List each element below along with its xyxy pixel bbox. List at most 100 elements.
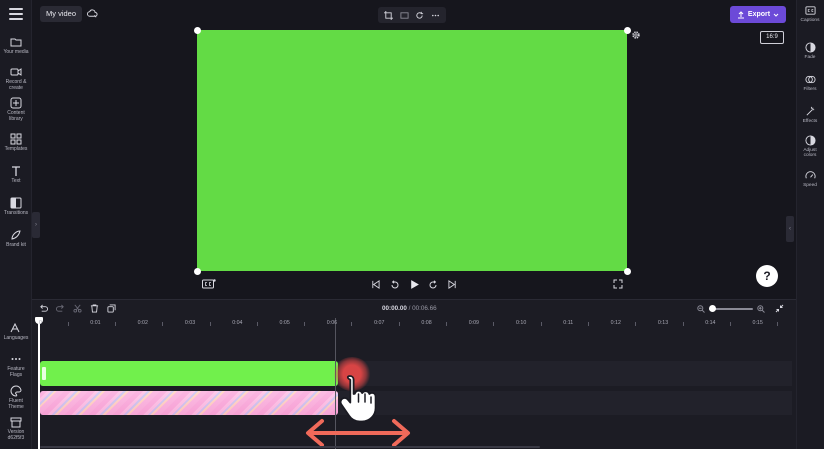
forward-5s-button[interactable] [428, 279, 439, 290]
trash-icon [90, 303, 98, 313]
flip-button[interactable] [399, 10, 410, 21]
rnav-label: Filters [803, 87, 817, 92]
rainbow-clip[interactable] [40, 391, 338, 415]
nav-label: Fluent Theme [8, 398, 24, 410]
skip-back-icon [372, 280, 380, 289]
delete-button[interactable] [89, 303, 99, 313]
duplicate-button[interactable] [106, 303, 116, 313]
rnav-filters[interactable]: Filters [796, 74, 824, 92]
export-button[interactable]: Export [730, 6, 786, 23]
help-button[interactable]: ? [756, 265, 778, 287]
rnav-label: Effects [802, 119, 818, 124]
nav-fluent-theme[interactable]: Fluent Theme [0, 385, 32, 410]
rewind-icon [391, 279, 399, 288]
duplicate-icon [106, 303, 116, 313]
preview-toolbar [378, 7, 446, 23]
ruler-tick-mark [540, 322, 542, 326]
rnav-captions[interactable]: Captions [796, 5, 824, 23]
resize-handle-top-right[interactable] [624, 27, 631, 34]
rewind-5s-button[interactable] [389, 279, 400, 290]
more-icon [431, 14, 439, 16]
undo-button[interactable] [38, 303, 48, 313]
nav-label: Record & create [5, 79, 27, 91]
nav-label: Languages [3, 335, 29, 341]
nav-feature-flags[interactable]: Feature Flags [0, 353, 32, 378]
zoom-in-icon[interactable] [757, 304, 765, 313]
nav-your-media[interactable]: Your media [0, 36, 32, 56]
ruler-tick-label: 0:07 [374, 320, 385, 326]
ruler-tick-mark [446, 322, 448, 326]
rotate-button[interactable] [414, 10, 425, 21]
nav-text[interactable]: Text [0, 165, 32, 185]
ruler-tick-label: 0:15 [752, 320, 763, 326]
right-sidebar [796, 0, 824, 449]
filters-icon [804, 75, 816, 84]
collapse-timeline-icon[interactable] [775, 304, 784, 313]
ruler-tick-mark [304, 322, 306, 326]
speed-icon [804, 171, 816, 179]
play-button[interactable] [409, 279, 420, 290]
resize-handle-bottom-left[interactable] [194, 268, 201, 275]
aspect-ratio-button[interactable]: 16:9 [760, 31, 784, 44]
nav-record-create[interactable]: Record & create [0, 66, 32, 91]
ruler-tick-label: 0:13 [657, 320, 669, 326]
ruler-tick-label: 0:09 [468, 320, 479, 326]
playback-controls [370, 278, 458, 291]
crop-button[interactable] [383, 10, 394, 21]
nav-templates[interactable]: Templates [0, 133, 32, 153]
cloud-sync-icon[interactable] [87, 8, 98, 19]
text-icon [12, 166, 20, 176]
ruler-tick-label: 0:03 [184, 320, 196, 326]
rnav-effects[interactable]: Effects [796, 106, 824, 124]
gear-icon[interactable] [631, 30, 641, 40]
timeline-zoom [697, 304, 784, 313]
redo-icon [55, 304, 64, 312]
rnav-adjust-colors[interactable]: Adjust colors [796, 135, 824, 159]
resize-arrow-icon [306, 419, 410, 447]
left-panel-expand-tab[interactable]: › [32, 212, 40, 238]
zoom-out-icon[interactable] [697, 304, 705, 313]
upload-icon [737, 10, 744, 18]
nav-label: Feature Flags [7, 366, 25, 378]
project-title[interactable]: My video [40, 6, 83, 22]
undo-icon [39, 304, 48, 312]
nav-version[interactable]: Version d62f5f3 [0, 416, 32, 441]
clip-trim-handle[interactable] [42, 367, 46, 380]
skip-to-end-button[interactable] [447, 279, 458, 290]
ruler-tick-label: 0 [39, 320, 42, 326]
rnav-speed[interactable]: Speed [796, 170, 824, 188]
ruler-tick-mark [162, 322, 164, 326]
ruler-tick-label: 0:12 [610, 320, 621, 326]
captions-toggle-icon[interactable] [202, 279, 216, 289]
right-panel-expand-tab[interactable]: ‹ [786, 216, 794, 242]
rnav-fade[interactable]: Fade [796, 42, 824, 60]
video-preview-canvas[interactable] [197, 30, 627, 271]
menu-icon[interactable] [9, 8, 23, 20]
resize-handle-top-left[interactable] [194, 27, 201, 34]
ruler-tick-mark [682, 322, 684, 326]
skip-to-start-button[interactable] [370, 279, 381, 290]
version-icon [10, 417, 22, 428]
nav-content-library[interactable]: Content library [0, 97, 32, 122]
languages-icon [10, 322, 20, 333]
green-screen-clip[interactable] [40, 361, 338, 386]
zoom-slider[interactable] [709, 305, 753, 312]
nav-brand-kit[interactable]: Brand kit [0, 229, 32, 249]
fullscreen-icon[interactable] [613, 279, 623, 289]
timeline-horizontal-scrollbar[interactable] [40, 446, 540, 448]
split-button[interactable] [72, 303, 82, 313]
more-options-button[interactable] [430, 10, 441, 21]
ruler-tick-mark [351, 322, 353, 326]
resize-handle-bottom-right[interactable] [624, 268, 631, 275]
zoom-slider-knob[interactable] [709, 305, 716, 312]
ruler-tick-label: 0:10 [516, 320, 527, 326]
ruler-tick-label: 0:01 [90, 320, 101, 326]
redo-button[interactable] [55, 303, 65, 313]
nav-languages[interactable]: Languages [0, 322, 32, 342]
nav-label: Your media [3, 49, 29, 55]
timeline-toolbar [38, 303, 116, 313]
chevron-down-icon [773, 13, 779, 17]
playhead[interactable] [35, 317, 43, 449]
nav-transitions[interactable]: Transitions [0, 197, 32, 217]
nav-label: Transitions [3, 210, 29, 216]
